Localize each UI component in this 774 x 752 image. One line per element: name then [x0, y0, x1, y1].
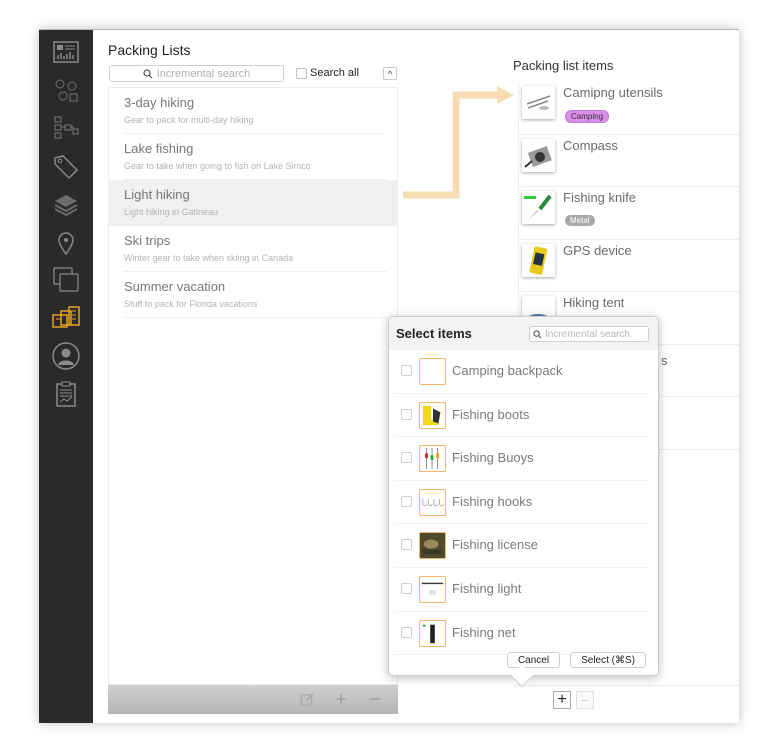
collapse-button[interactable]: ^: [383, 67, 397, 80]
popover-actions: Cancel Select (⌘S): [506, 652, 646, 668]
packing-lists: 3-day hiking Gear to pack for multi-day …: [108, 87, 398, 685]
item-checkbox[interactable]: [401, 626, 412, 638]
panel-title: Packing list items: [513, 58, 614, 73]
backpack-thumbnail: [419, 358, 446, 385]
item-checkbox[interactable]: [401, 495, 412, 507]
list-item-subtitle: Gear to take when going to fish on Lake …: [124, 161, 311, 171]
buoys-thumbnail: [419, 445, 446, 473]
layers-icon[interactable]: [51, 190, 81, 220]
item-label: Fishing Buoys: [452, 450, 534, 466]
item-label: Fishing hooks: [452, 493, 533, 509]
popover-title: Select items: [396, 326, 472, 341]
select-item-row[interactable]: Fishing light: [389, 568, 658, 612]
compass-thumbnail: [522, 138, 555, 172]
select-item-row[interactable]: Fishing hooks: [389, 481, 658, 525]
select-item-row[interactable]: Camping backpack: [389, 350, 658, 394]
item-checkbox[interactable]: [401, 452, 412, 464]
item-label: Fishing light: [452, 580, 522, 596]
list-item-subtitle: Stuff to pack for Florida vacations: [124, 299, 258, 309]
list-item-title: 3-day hiking: [124, 95, 195, 110]
tag-badge: Camping: [565, 110, 610, 123]
popover-header: Select items Incremental search: [389, 317, 658, 350]
user-icon[interactable]: [51, 341, 81, 371]
net-thumbnail: [419, 619, 446, 647]
select-item-row[interactable]: Fishing Buoys: [389, 437, 658, 481]
item-checkbox[interactable]: [401, 408, 412, 420]
hooks-thumbnail: [419, 488, 446, 516]
panel-title: Packing Lists: [108, 42, 191, 58]
item-checkbox[interactable]: [401, 582, 412, 594]
item-label: Fishing net: [452, 624, 516, 640]
select-items-popover: Select items Incremental search Camping …: [388, 316, 659, 688]
item-title: Fishing knife: [563, 190, 636, 205]
gear-collection-icon[interactable]: [51, 76, 81, 106]
windows-icon[interactable]: [51, 265, 81, 295]
annotation-arrow: [403, 86, 514, 199]
list-item[interactable]: 3-day hiking Gear to pack for multi-day …: [109, 88, 397, 134]
list-item[interactable]: Compass: [519, 135, 739, 187]
item-label: Fishing boots: [452, 406, 530, 422]
dashboard-icon[interactable]: [51, 38, 81, 68]
knife-thumbnail: [522, 191, 555, 224]
list-item-subtitle: Winter gear to take when skiing in Canad…: [124, 253, 294, 263]
search-placeholder: Incremental search: [545, 328, 631, 340]
select-item-row[interactable]: Fishing boots: [389, 394, 658, 438]
packing-lists-icon[interactable]: [51, 303, 81, 333]
item-title: Hiking tent: [563, 295, 625, 310]
remove-item-button[interactable]: −: [576, 691, 594, 709]
item-title: GPS device: [563, 242, 632, 258]
list-item-title: Summer vacation: [124, 279, 226, 294]
item-label: Fishing license: [452, 537, 538, 553]
search-input[interactable]: Incremental search: [109, 65, 284, 82]
sidebar: [39, 30, 93, 723]
item-checkbox[interactable]: [401, 539, 412, 551]
item-label: Camping backpack: [452, 363, 563, 378]
search-all-toggle[interactable]: Search all: [296, 67, 359, 79]
search-placeholder: Incremental search: [156, 67, 251, 80]
search-all-checkbox[interactable]: [296, 67, 307, 79]
clipboard-report-icon[interactable]: [51, 379, 81, 409]
packing-lists-panel: Packing Lists Incremental search Search …: [108, 30, 400, 723]
select-button[interactable]: Select (⌘S): [570, 652, 646, 668]
list-item[interactable]: Summer vacation Stuff to pack for Florid…: [109, 272, 397, 318]
search-icon: [143, 68, 153, 78]
item-title: Compass: [563, 137, 618, 153]
tag-icon[interactable]: [51, 152, 81, 182]
list-item-selected[interactable]: Light hiking Light hiking in Gatineau: [109, 180, 397, 226]
search-all-label: Search all: [310, 67, 359, 79]
search-icon: [533, 329, 542, 338]
list-item[interactable]: Camipng utensils Camping: [519, 82, 739, 135]
popover-search-input[interactable]: Incremental search: [529, 326, 649, 342]
select-item-row[interactable]: Fishing license: [389, 524, 658, 568]
list-item[interactable]: GPS device: [519, 240, 739, 292]
gps-thumbnail: [522, 243, 555, 277]
list-footer-toolbar: + −: [108, 685, 398, 714]
cancel-button[interactable]: Cancel: [506, 652, 561, 668]
list-item[interactable]: Lake fishing Gear to take when going to …: [109, 134, 397, 180]
list-item[interactable]: Ski trips Winter gear to take when skiin…: [109, 226, 397, 272]
tag-badge: Metal: [565, 215, 595, 226]
list-item-title: Light hiking: [124, 187, 190, 202]
select-item-row[interactable]: Fishing net: [389, 612, 658, 656]
item-checkbox[interactable]: [401, 365, 412, 376]
remove-list-button[interactable]: −: [366, 689, 384, 709]
location-pin-icon[interactable]: [51, 228, 81, 258]
item-title: s: [661, 352, 668, 368]
add-list-button[interactable]: +: [332, 689, 350, 709]
light-thumbnail: [419, 575, 446, 603]
list-item-subtitle: Gear to pack for multi-day hiking: [124, 115, 254, 125]
utensils-thumbnail: [522, 86, 555, 119]
license-thumbnail: [419, 532, 446, 560]
edit-icon: [300, 693, 314, 706]
boots-thumbnail: [419, 401, 446, 429]
list-item[interactable]: Fishing knife Metal: [519, 187, 739, 240]
item-title: Camipng utensils: [563, 85, 663, 100]
hierarchy-icon[interactable]: [51, 114, 81, 144]
items-footer-toolbar: + −: [513, 685, 739, 714]
list-item-title: Lake fishing: [124, 141, 194, 156]
list-item-subtitle: Light hiking in Gatineau: [124, 207, 219, 217]
add-item-button[interactable]: +: [553, 691, 571, 709]
list-item-title: Ski trips: [124, 233, 171, 248]
edit-button[interactable]: [298, 691, 316, 709]
